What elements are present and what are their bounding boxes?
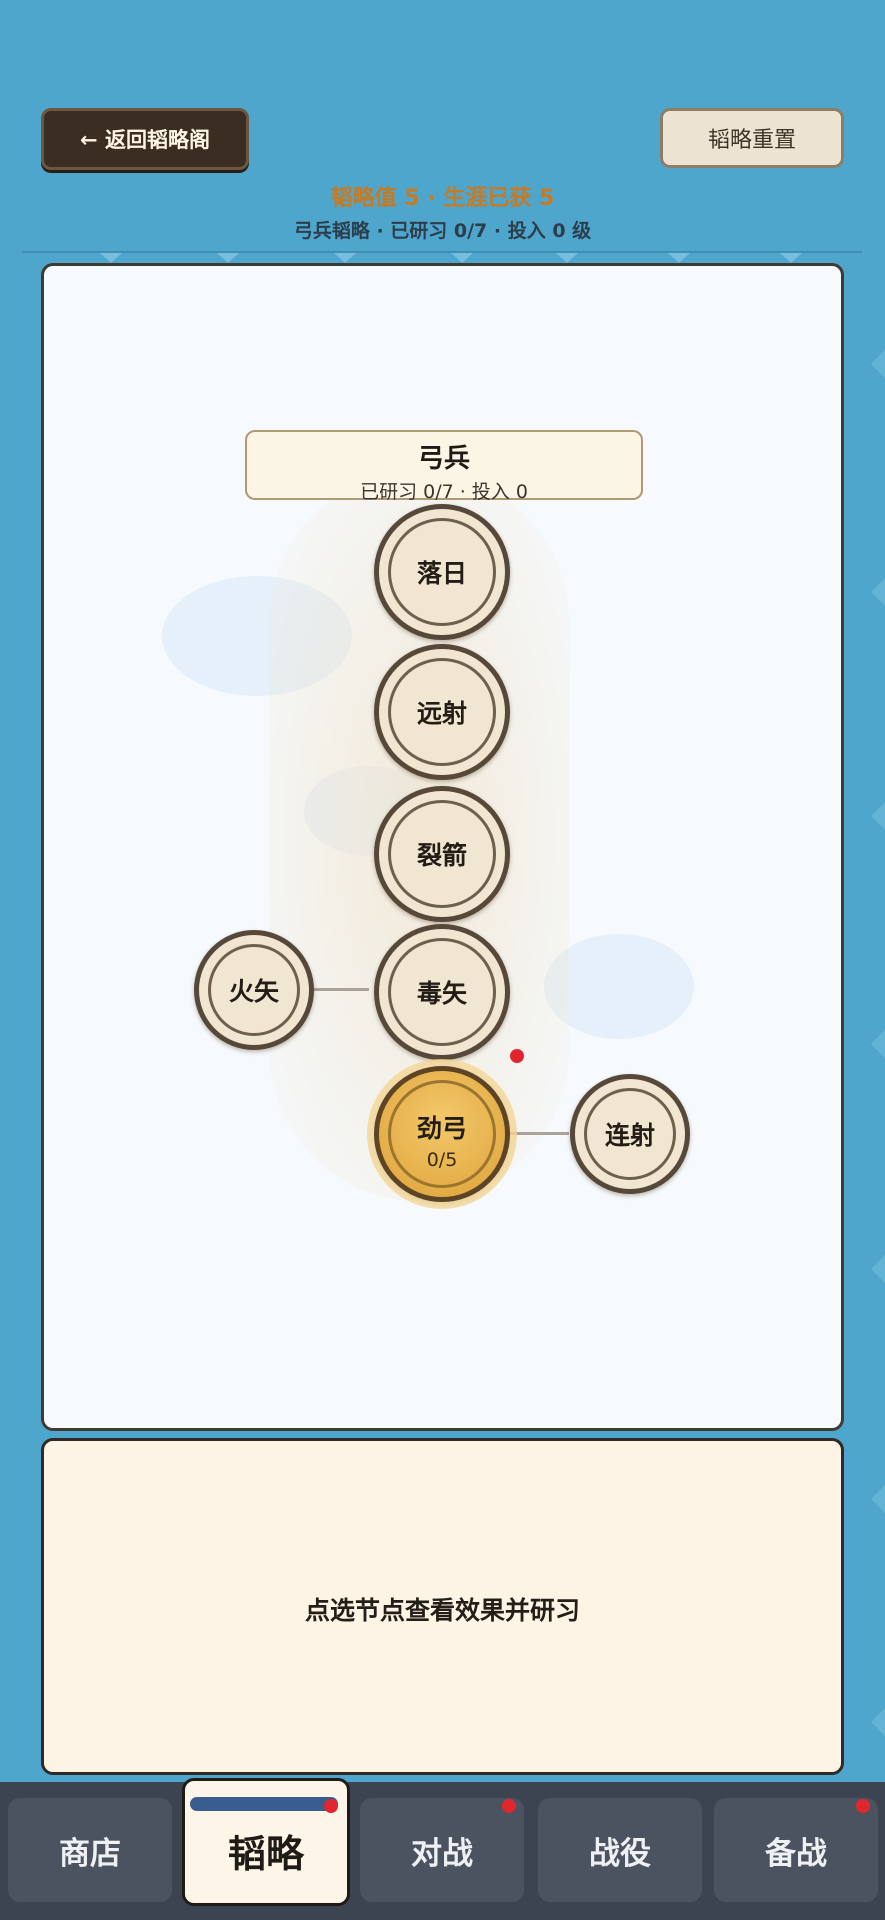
divider-notch-icon <box>217 253 239 263</box>
notification-dot <box>502 1799 516 1813</box>
branch-summary: 弓兵韬略 · 已研习 0/7 · 投入 0 级 <box>293 220 592 242</box>
tab-label: 韬略 <box>227 1831 304 1876</box>
node-info-panel: 点选节点查看效果并研习 <box>41 1438 844 1775</box>
tab-label: 对战 <box>411 1835 473 1872</box>
skill-node-yuanshe[interactable]: 远射 <box>374 644 510 780</box>
reset-label: 韬略重置 <box>707 128 796 153</box>
tab-battle[interactable]: 对战 <box>360 1798 524 1902</box>
divider-notch-icon <box>100 253 122 263</box>
edge-arrow-icon <box>865 802 885 830</box>
skill-node-label: 火矢 <box>228 977 279 1006</box>
strategy-points: 韬略值 5 · 生涯已获 5 <box>330 186 555 211</box>
edge-arrow-icon <box>865 1485 885 1513</box>
divider-notch-icon <box>334 253 356 263</box>
skill-node-jingong[interactable]: 劲弓 0/5 <box>374 1066 510 1202</box>
edge-arrow-icon <box>865 1030 885 1058</box>
skill-node-lianshe[interactable]: 连射 <box>570 1074 690 1194</box>
divider-notch-icon <box>668 253 690 263</box>
tab-prepare[interactable]: 备战 <box>714 1798 878 1902</box>
notification-dot <box>856 1799 870 1813</box>
divider-notch-icon <box>556 253 578 263</box>
skill-node-huoshi[interactable]: 火矢 <box>194 930 314 1050</box>
edge-arrow-icon <box>865 350 885 378</box>
info-prompt: 点选节点查看效果并研习 <box>304 1596 580 1625</box>
branch-title: 弓兵 <box>417 444 470 474</box>
edge-arrow-icon <box>865 578 885 606</box>
active-tab-indicator <box>190 1797 338 1811</box>
skill-node-label: 连射 <box>604 1121 655 1150</box>
skill-node-label: 裂箭 <box>416 841 467 870</box>
edge-arrow-icon <box>865 1708 885 1736</box>
connector-huoshi-dushi <box>309 988 369 991</box>
skill-node-label: 毒矢 <box>416 979 467 1008</box>
tab-shop[interactable]: 商店 <box>8 1798 172 1902</box>
reset-strategy-button[interactable]: 韬略重置 <box>660 108 844 168</box>
edge-arrow-icon <box>865 1255 885 1283</box>
tab-label: 备战 <box>765 1835 827 1872</box>
skill-node-level: 0/5 <box>426 1149 458 1171</box>
notification-dot <box>324 1799 338 1813</box>
notification-dot <box>510 1049 524 1063</box>
skill-node-luori[interactable]: 落日 <box>374 504 510 640</box>
skill-node-label: 劲弓 <box>416 1114 467 1143</box>
tab-campaign[interactable]: 战役 <box>538 1798 702 1902</box>
header-divider <box>22 251 862 253</box>
tab-label: 商店 <box>59 1835 121 1872</box>
skill-tree-panel[interactable]: 弓兵 已研习 0/7 · 投入 0 落日 远射 裂箭 毒矢 火矢 劲弓 0/5 … <box>41 263 844 1431</box>
tab-label: 战役 <box>589 1835 651 1872</box>
skill-node-liejian[interactable]: 裂箭 <box>374 786 510 922</box>
skill-node-label: 远射 <box>416 699 467 728</box>
divider-notch-icon <box>451 253 473 263</box>
connector-jingong-lianshe <box>509 1132 569 1135</box>
skill-node-label: 落日 <box>416 559 467 588</box>
back-label: ← 返回韬略阁 <box>80 128 210 152</box>
back-button[interactable]: ← 返回韬略阁 <box>41 108 249 170</box>
branch-progress: 已研习 0/7 · 投入 0 <box>360 481 528 503</box>
skill-node-dushi[interactable]: 毒矢 <box>374 924 510 1060</box>
divider-notch-icon <box>780 253 802 263</box>
branch-header: 弓兵 已研习 0/7 · 投入 0 <box>245 430 643 503</box>
